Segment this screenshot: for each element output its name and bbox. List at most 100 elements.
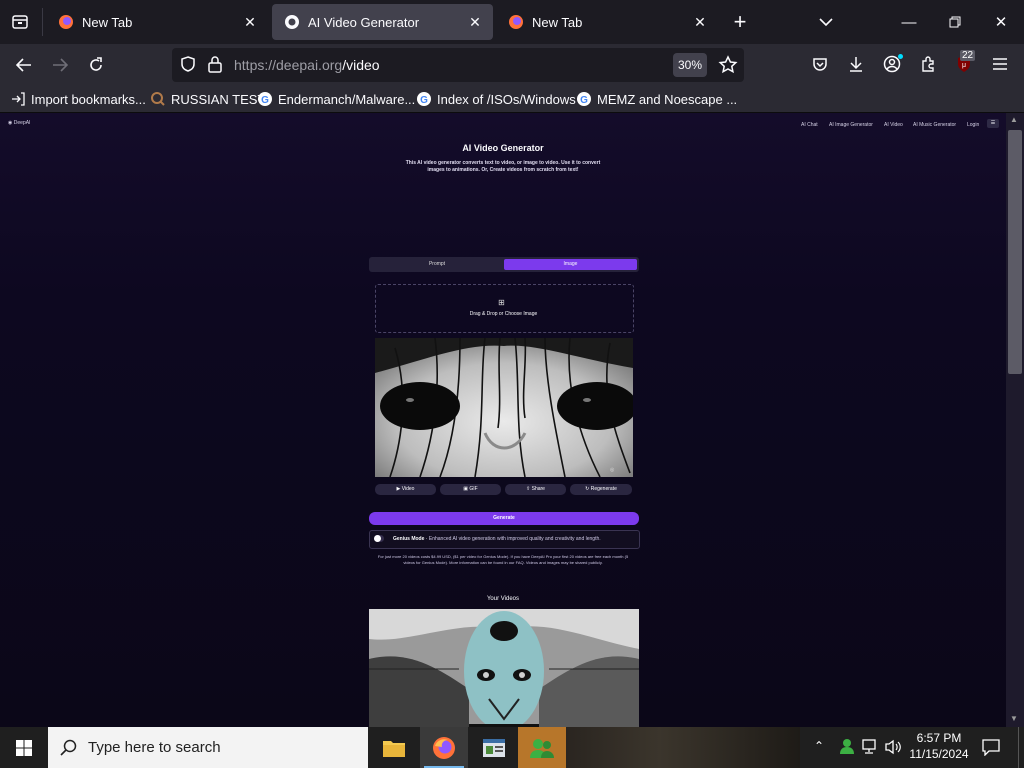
- firefox-icon: [433, 736, 455, 759]
- genius-mode-text: Genius Mode · Enhanced AI video generati…: [393, 536, 601, 542]
- google-icon: G: [257, 91, 273, 107]
- pocket-button[interactable]: [804, 48, 836, 80]
- regenerate-button[interactable]: ↻ Regenerate: [570, 484, 632, 495]
- nav-ai-chat[interactable]: AI Chat: [801, 122, 818, 128]
- pocket-icon: [813, 58, 827, 71]
- plus-icon: +: [733, 9, 747, 34]
- nav-ai-image-generator[interactable]: AI Image Generator: [829, 122, 873, 128]
- page-title: AI Video Generator: [462, 143, 544, 153]
- share-button-label: Share: [531, 486, 545, 492]
- download-icon: [850, 57, 862, 72]
- list-all-tabs-button[interactable]: [808, 4, 844, 40]
- close-window-button[interactable]: ✕: [983, 4, 1019, 40]
- restore-icon: [949, 16, 961, 28]
- bookmark-label: RUSSIAN TEST: [171, 91, 266, 107]
- network-icon[interactable]: [862, 739, 880, 760]
- svg-text:G: G: [261, 95, 269, 106]
- start-button[interactable]: [0, 727, 48, 768]
- tray-people-icon[interactable]: [838, 737, 856, 760]
- svg-text:G: G: [580, 95, 588, 106]
- taskbar-app-window[interactable]: [470, 727, 518, 768]
- video-button[interactable]: ▶ Video: [375, 484, 436, 495]
- taskbar-file-explorer[interactable]: [370, 727, 418, 768]
- taskbar-firefox[interactable]: [420, 727, 468, 768]
- gif-button[interactable]: ▣ GIF: [440, 484, 501, 495]
- site-logo-text: DeepAI: [13, 120, 31, 126]
- minimize-button[interactable]: —: [891, 4, 927, 40]
- forward-button[interactable]: [44, 49, 76, 81]
- lock-icon[interactable]: [207, 55, 223, 78]
- genius-mode-toggle[interactable]: [374, 535, 384, 542]
- clock-time: 6:57 PM: [916, 731, 962, 745]
- upload-label: Drag & Drop or Choose Image: [469, 311, 538, 317]
- tab-new-tab-1[interactable]: New Tab ✕: [46, 4, 268, 40]
- show-hidden-icons-icon[interactable]: ⌃: [814, 739, 824, 753]
- bookmark-import[interactable]: Import bookmarks...: [10, 89, 146, 109]
- arrow-right-icon: [53, 58, 68, 72]
- pricing-line2: videos for Genius Mode). More informatio…: [403, 560, 603, 565]
- taskbar-people-app[interactable]: [518, 727, 566, 768]
- scroll-down-icon[interactable]: ▼: [1010, 714, 1018, 723]
- notifications-icon[interactable]: [982, 738, 1000, 761]
- deepai-logo-icon: ◉: [8, 120, 13, 126]
- nav-login[interactable]: Login: [967, 122, 979, 128]
- close-tab-icon[interactable]: ✕: [688, 14, 712, 31]
- site-logo[interactable]: ◉ DeepAI: [8, 120, 30, 126]
- video-icon: ▶: [396, 486, 401, 492]
- toggle-knob: [374, 535, 381, 542]
- url-path: /video: [342, 57, 380, 73]
- volume-icon[interactable]: [884, 739, 902, 760]
- google-icon: G: [416, 91, 432, 107]
- tab-prompt[interactable]: Prompt: [371, 259, 503, 270]
- import-icon: [10, 91, 26, 107]
- app-menu-button[interactable]: [984, 48, 1016, 80]
- share-button[interactable]: ⇪ Share: [505, 484, 566, 495]
- image-upload-dropzone[interactable]: [375, 284, 634, 333]
- minimize-icon: —: [901, 13, 917, 31]
- ublock-origin-button[interactable]: μ 22: [948, 48, 980, 80]
- regenerate-button-label: Regenerate: [590, 486, 617, 492]
- tab-ai-video-generator[interactable]: AI Video Generator ✕: [272, 4, 493, 40]
- close-tab-icon[interactable]: ✕: [463, 14, 487, 31]
- notifications-badge: 22: [960, 50, 976, 61]
- bookmark-favicon-icon: [150, 91, 166, 107]
- restore-button[interactable]: [937, 4, 973, 40]
- firefox-icon: [509, 15, 523, 29]
- account-button[interactable]: [876, 48, 908, 80]
- back-button[interactable]: [8, 49, 40, 81]
- menu-icon[interactable]: ☰: [987, 119, 999, 128]
- arrow-left-icon: [16, 58, 31, 72]
- share-icon: ⇪: [526, 486, 531, 492]
- svg-text:G: G: [420, 95, 428, 106]
- tab-image[interactable]: Image: [504, 259, 637, 270]
- taskbar-search-box[interactable]: Type here to search: [48, 727, 368, 768]
- close-tab-icon[interactable]: ✕: [238, 14, 262, 31]
- bookmark-endermanch[interactable]: G Endermanch/Malware...: [257, 89, 415, 109]
- regenerate-icon: ↻: [585, 486, 590, 492]
- zoom-indicator[interactable]: 30%: [673, 53, 707, 77]
- windows-logo-icon: [16, 739, 32, 756]
- bookmark-star-icon[interactable]: [718, 55, 738, 80]
- page-subtitle-line1: This AI video generator converts text to…: [405, 160, 601, 166]
- downloads-button[interactable]: [840, 48, 872, 80]
- extensions-button[interactable]: [912, 48, 944, 80]
- scroll-up-icon[interactable]: ▲: [1010, 115, 1018, 124]
- reload-button[interactable]: [80, 49, 112, 81]
- generated-video-thumbnail[interactable]: [369, 609, 639, 727]
- firefox-view-button[interactable]: [2, 4, 38, 40]
- page-subtitle-line2: images to animations. Or, Create videos …: [427, 167, 579, 173]
- clock[interactable]: 6:57 PM 11/15/2024: [906, 731, 972, 761]
- url-text[interactable]: https://deepai.org/video: [234, 57, 380, 73]
- scrollbar-thumb[interactable]: [1008, 130, 1022, 374]
- shield-icon[interactable]: [179, 55, 197, 78]
- show-desktop-button[interactable]: [1018, 727, 1024, 768]
- new-tab-button[interactable]: +: [722, 4, 758, 40]
- tab-new-tab-2[interactable]: New Tab ✕: [496, 4, 718, 40]
- nav-ai-video[interactable]: AI Video: [884, 122, 903, 128]
- bookmark-russian-test[interactable]: RUSSIAN TEST: [150, 89, 265, 109]
- generate-button[interactable]: Generate: [369, 512, 639, 525]
- bookmark-memz[interactable]: G MEMZ and Noescape ...: [576, 89, 737, 109]
- nav-ai-music-generator[interactable]: AI Music Generator: [913, 122, 956, 128]
- search-placeholder: Type here to search: [88, 739, 221, 756]
- bookmark-index-isos[interactable]: G Index of /ISOs/Windows: [416, 89, 576, 109]
